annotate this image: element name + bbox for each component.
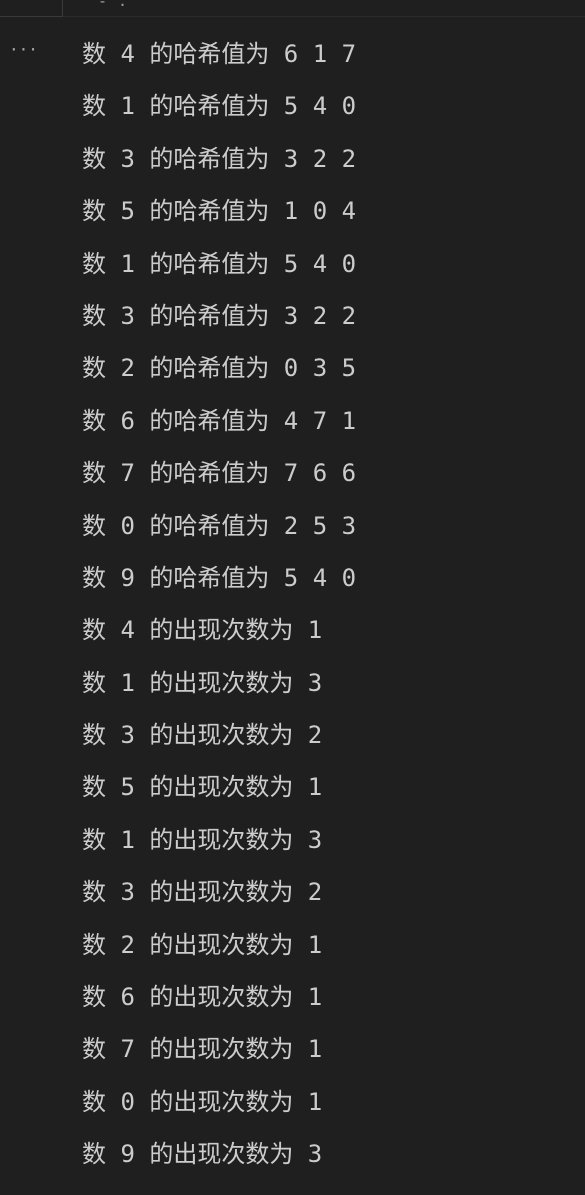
output-line: 数 1 的出现次数为 3 [82,668,323,697]
output-line: 数 3 的出现次数为 2 [82,721,323,750]
output-line: 数 5 的哈希值为 1 0 4 [82,197,357,226]
output-line: 数 4 的出现次数为 1 [82,616,323,645]
output-line: 数 0 的哈希值为 2 5 3 [82,511,357,540]
output-line: 数 2 的哈希值为 0 3 5 [82,354,357,383]
output-line: 数 1 的哈希值为 5 4 0 [82,249,357,278]
execution-count-box [0,0,63,17]
output-line: 数 0 的出现次数为 1 [82,1087,323,1116]
output-line: 数 6 的出现次数为 1 [82,983,323,1012]
output-line: 数 2 的出现次数为 1 [82,930,323,959]
output-line: 数 3 的哈希值为 3 2 2 [82,301,357,330]
cell-output: 数 4 的哈希值为 6 1 7 数 1 的哈希值为 5 4 0 数 3 的哈希值… [82,28,582,1181]
cell-status-text: - . [98,0,129,10]
output-line: 数 1 的哈希值为 5 4 0 [82,92,357,121]
output-line: 数 9 的出现次数为 3 [82,1140,323,1169]
cell-toolbar: - . [0,0,585,17]
output-line: 数 6 的哈希值为 4 7 1 [82,406,357,435]
output-line: 数 7 的出现次数为 1 [82,1035,323,1064]
output-line: 数 3 的出现次数为 2 [82,878,323,907]
output-line: 数 7 的哈希值为 7 6 6 [82,459,357,488]
output-more-actions-button[interactable]: ··· [9,40,38,59]
output-line: 数 3 的哈希值为 3 2 2 [82,144,357,173]
output-line: 数 5 的出现次数为 1 [82,773,323,802]
output-line: 数 1 的出现次数为 3 [82,825,323,854]
output-line: 数 9 的哈希值为 5 4 0 [82,563,357,592]
output-line: 数 4 的哈希值为 6 1 7 [82,40,357,68]
